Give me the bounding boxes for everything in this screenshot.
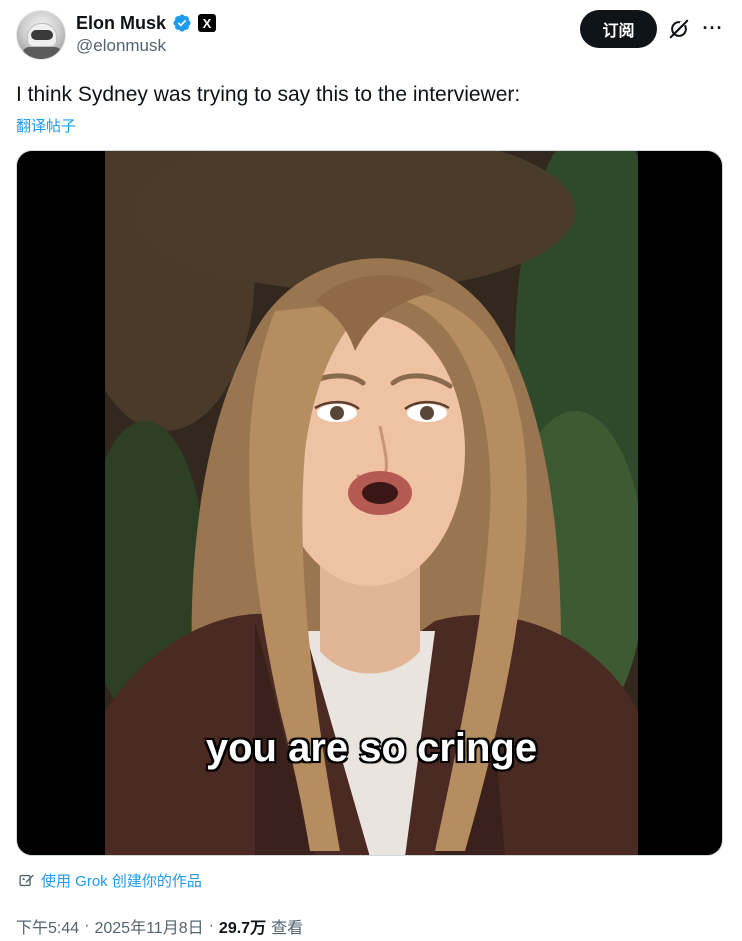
author-handle[interactable]: @elonmusk (76, 36, 166, 56)
grok-create-link[interactable]: 使用 Grok 创建你的作品 (18, 870, 202, 891)
grok-icon[interactable] (668, 18, 690, 40)
post-time[interactable]: 下午5:44 (16, 914, 79, 938)
grok-create-label[interactable]: 使用 Grok 创建你的作品 (41, 870, 202, 891)
meta-separator: · (84, 917, 90, 934)
avatar-visor (31, 30, 53, 40)
author-display-name[interactable]: Elon Musk (76, 13, 166, 34)
video-media[interactable]: you are so cringe (16, 150, 723, 856)
video-caption: you are so cringe (205, 726, 538, 770)
subscribe-button[interactable]: 订阅 (580, 10, 657, 48)
more-options-icon[interactable]: ··· (700, 16, 726, 40)
name-row: Elon Musk X (76, 11, 217, 35)
translate-post-link[interactable]: 翻译帖子 (16, 115, 76, 136)
tweet-header: Elon Musk X @elonmusk 订阅 ··· (16, 8, 726, 64)
tweet-meta: 下午5:44 · 2025年11月8日 · 29.7万 查看 (16, 914, 303, 938)
meta-separator: · (208, 917, 214, 934)
post-date[interactable]: 2025年11月8日 (94, 914, 203, 938)
verified-check-icon (173, 14, 191, 32)
views-label: 查看 (271, 920, 304, 937)
tweet-text: I think Sydney was trying to say this to… (16, 83, 521, 106)
grok-edit-icon (19, 874, 34, 887)
author-avatar[interactable] (16, 10, 66, 60)
video-frame: you are so cringe (105, 151, 638, 855)
x-affiliate-badge: X (198, 14, 217, 32)
views-count: 29.7万 (218, 920, 267, 937)
avatar-base (23, 47, 61, 59)
